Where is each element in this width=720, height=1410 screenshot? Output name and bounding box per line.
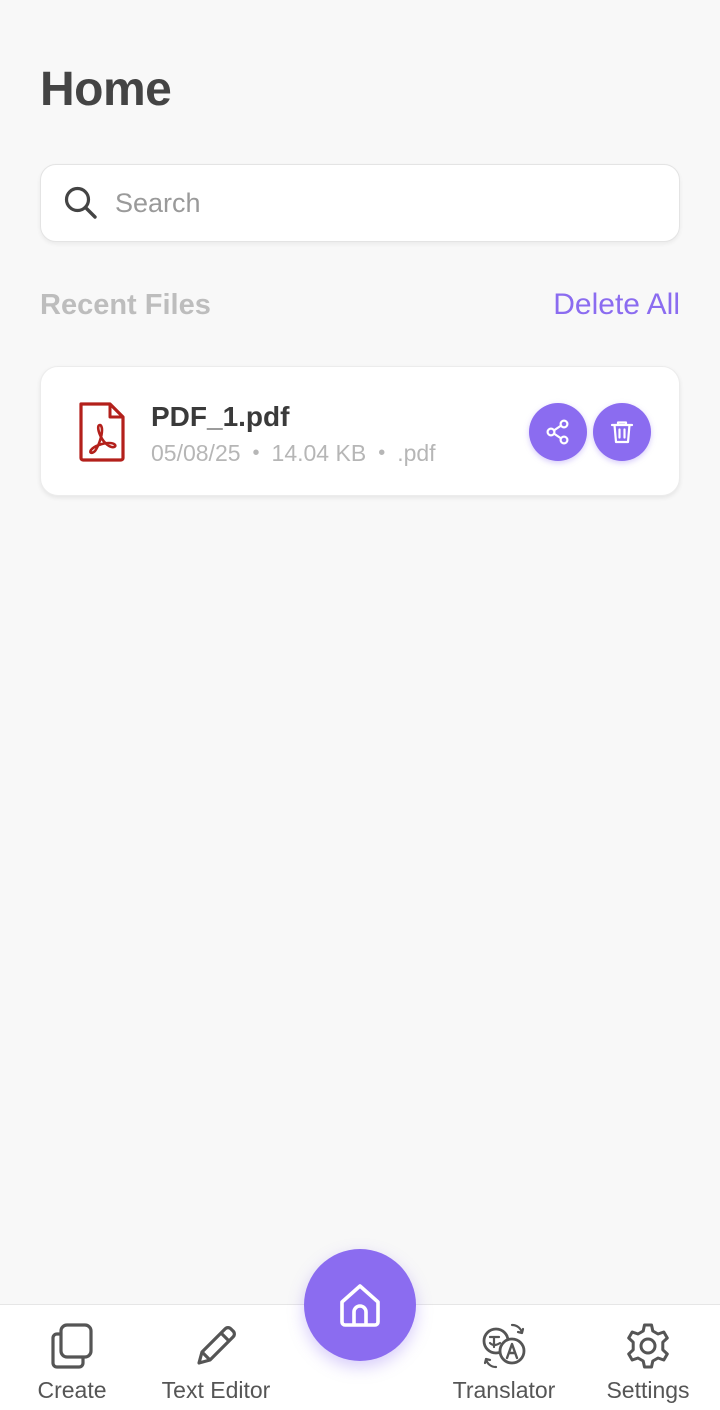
share-button[interactable] — [529, 403, 587, 461]
search-input[interactable] — [115, 187, 635, 219]
share-icon — [546, 419, 569, 445]
copy-icon — [51, 1323, 93, 1369]
trash-icon — [610, 421, 634, 444]
meta-separator: • — [252, 442, 260, 464]
home-screen: Home Recent Files Delete All PDF_1.pdf 0… — [0, 0, 720, 1410]
file-name: PDF_1.pdf — [151, 401, 290, 432]
file-extension: .pdf — [397, 440, 436, 466]
nav-item-text-editor[interactable]: Text Editor — [146, 1305, 286, 1410]
pencil-icon — [197, 1326, 236, 1365]
file-date: 05/08/25 — [151, 440, 241, 466]
file-size: 14.04 KB — [271, 440, 367, 466]
search-bar[interactable] — [40, 164, 680, 242]
nav-label-create: Create — [37, 1377, 107, 1403]
nav-item-settings[interactable]: Settings — [592, 1305, 704, 1410]
file-meta: 05/08/25 • 14.04 KB • .pdf — [151, 440, 436, 467]
meta-separator: • — [378, 442, 386, 464]
pdf-file-icon — [79, 402, 125, 462]
file-card[interactable]: PDF_1.pdf 05/08/25 • 14.04 KB • .pdf — [40, 366, 680, 496]
search-icon — [64, 186, 97, 219]
nav-item-create[interactable]: Create — [12, 1305, 132, 1410]
delete-button[interactable] — [593, 403, 651, 461]
recent-files-heading: Recent Files — [40, 289, 211, 321]
nav-label-text-editor: Text Editor — [161, 1377, 271, 1403]
delete-all-button[interactable]: Delete All — [553, 288, 680, 322]
nav-label-settings: Settings — [606, 1377, 690, 1403]
home-fab-button[interactable] — [304, 1249, 416, 1361]
home-icon — [340, 1284, 380, 1327]
nav-item-translator[interactable]: Translator — [440, 1305, 568, 1410]
translate-icon — [482, 1323, 526, 1369]
page-title: Home — [40, 63, 172, 116]
gear-icon — [627, 1323, 669, 1369]
nav-label-translator: Translator — [452, 1377, 556, 1403]
